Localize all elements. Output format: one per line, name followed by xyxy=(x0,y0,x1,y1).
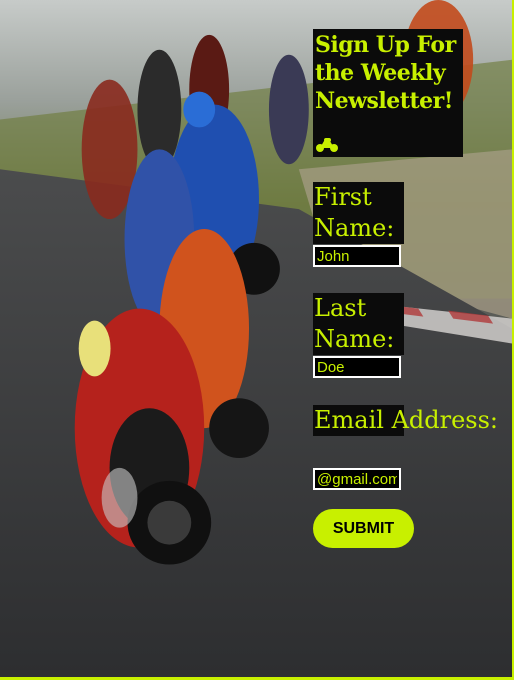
email-label: Email Address: xyxy=(313,405,498,436)
submit-button[interactable]: SUBMIT xyxy=(313,509,414,548)
newsletter-title: Sign Up For the Weekly Newsletter! xyxy=(315,32,456,114)
first-name-label: First Name: xyxy=(313,182,404,244)
motorcycle-icon xyxy=(316,138,338,152)
last-name-label: Last Name: xyxy=(313,293,404,355)
last-name-field[interactable] xyxy=(313,356,401,378)
email-field[interactable] xyxy=(313,468,401,490)
newsletter-header: Sign Up For the Weekly Newsletter! xyxy=(313,29,463,157)
first-name-field[interactable] xyxy=(313,245,401,267)
newsletter-page: Sign Up For the Weekly Newsletter! First… xyxy=(0,0,514,680)
